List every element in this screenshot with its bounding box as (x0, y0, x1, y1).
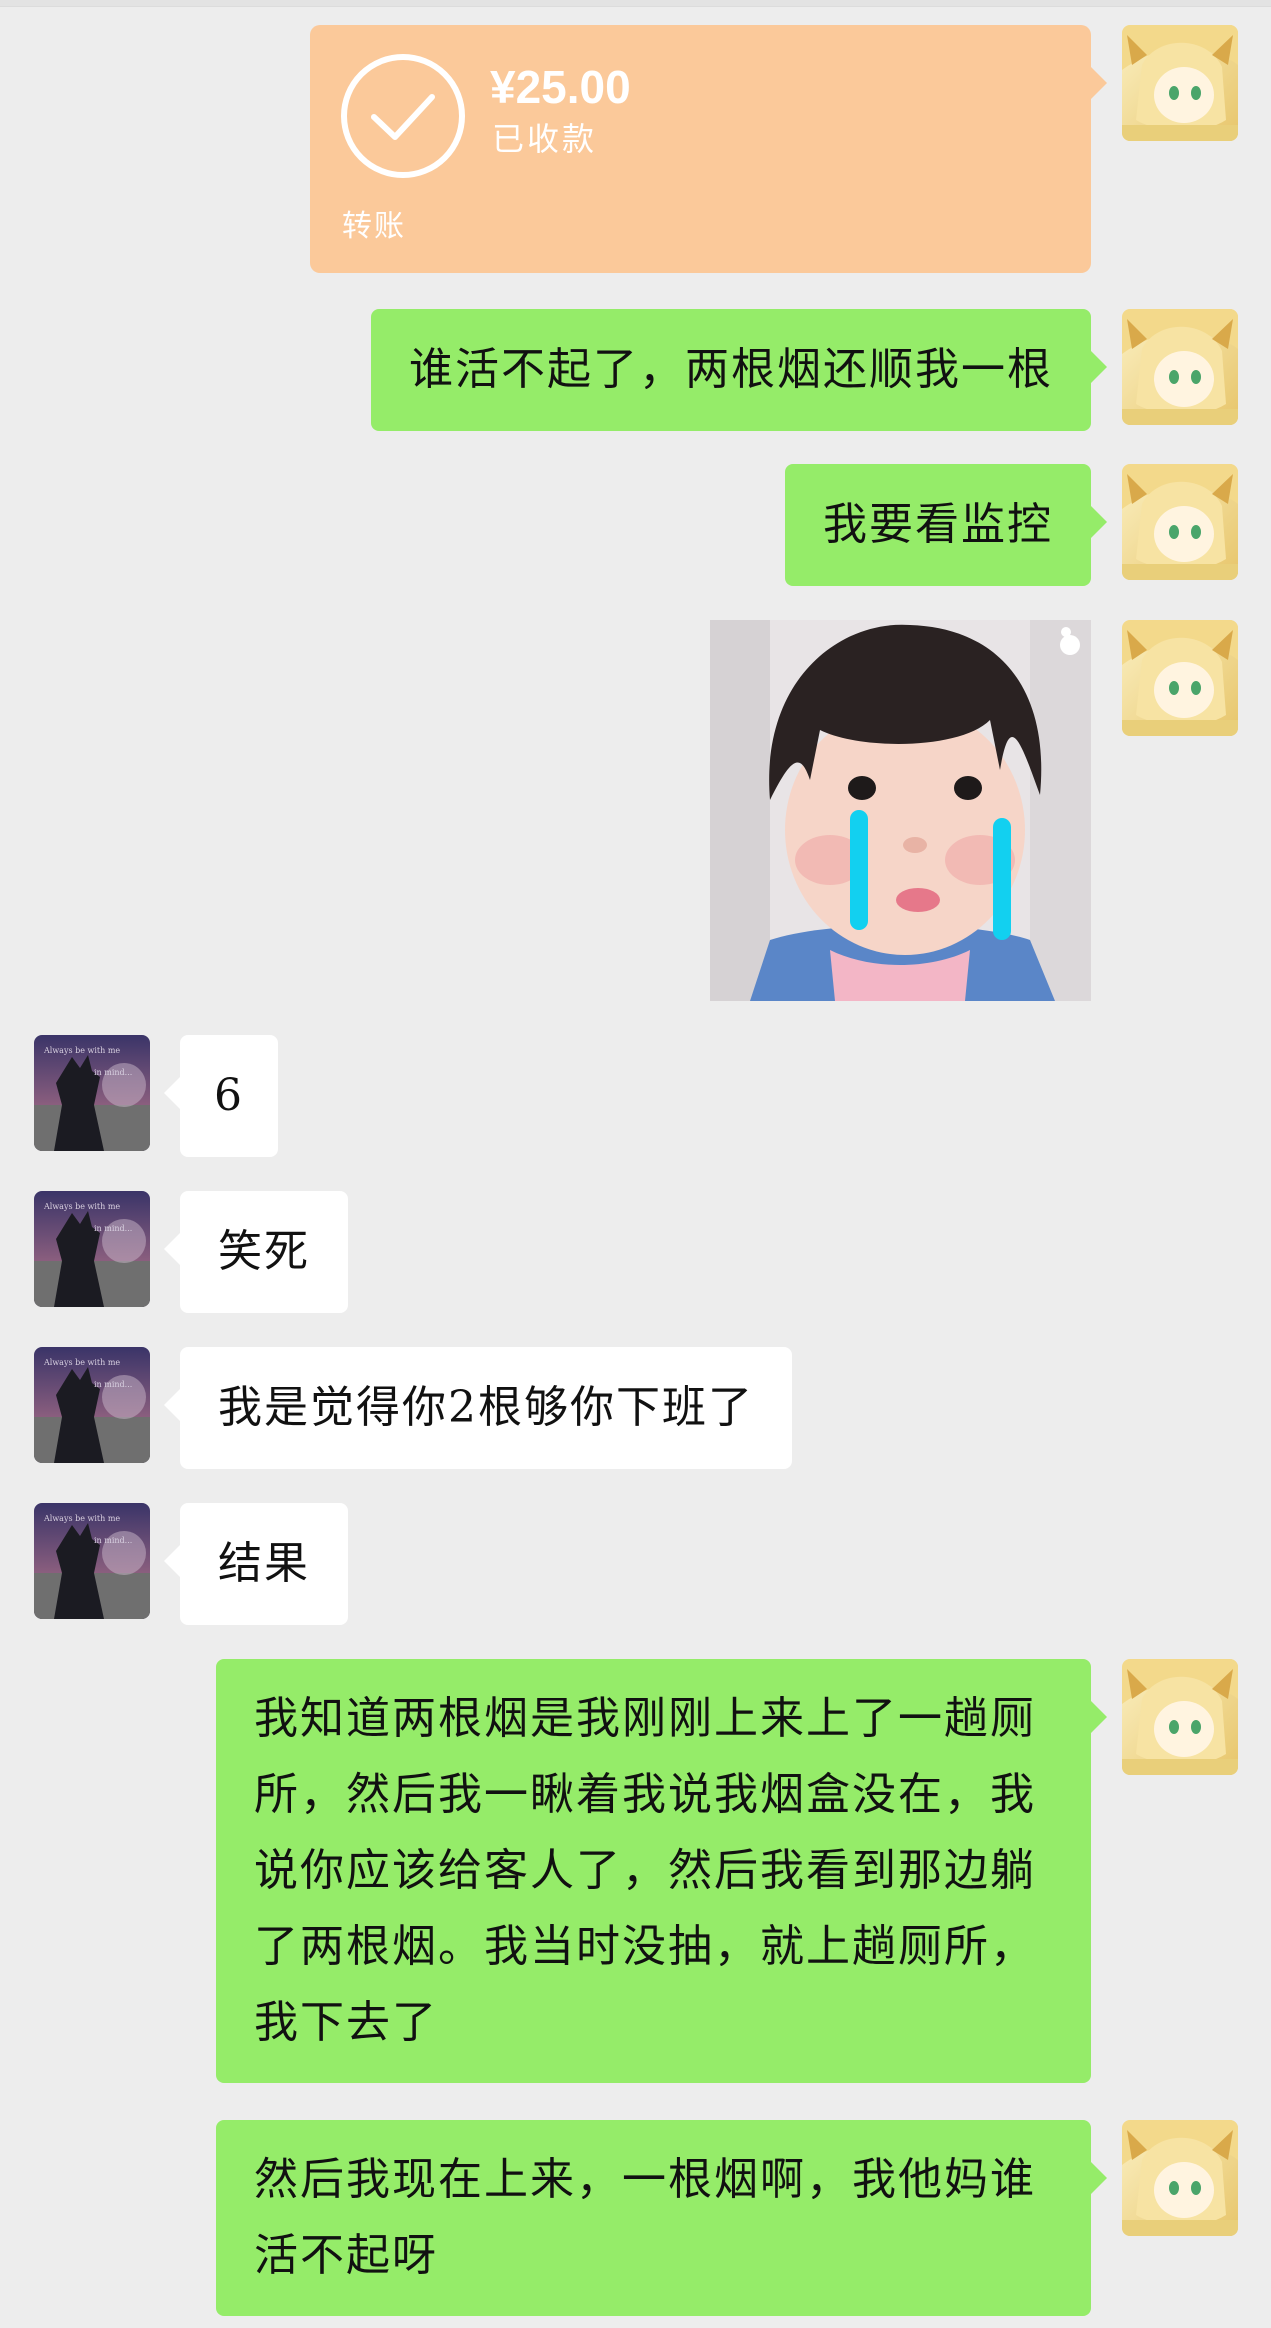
message-bubble-outgoing[interactable]: 谁活不起了，两根烟还顺我一根 (371, 309, 1107, 431)
crying-girl-sticker[interactable] (710, 620, 1091, 1001)
transfer-label: 转账 (342, 209, 406, 244)
message-bubble-incoming[interactable]: 我是觉得你2根够你下班了 (164, 1347, 792, 1469)
message-bubble-incoming[interactable]: 6 (164, 1035, 278, 1157)
transfer-amount: ¥25.00 (490, 61, 631, 113)
message-line: 我知道两根烟是我刚刚上来上了一趟厕 (254, 1693, 1036, 1744)
message-line: 说你应该给客人了，然后我看到那边躺 (254, 1845, 1036, 1896)
top-divider (0, 0, 1271, 7)
transfer-status: 已收款 (492, 120, 598, 158)
check-circle-icon (341, 54, 465, 178)
message-line: 然后我现在上来，一根烟啊，我他妈谁 (254, 2154, 1036, 2205)
avatar-other[interactable] (34, 1191, 150, 1307)
avatar-other[interactable] (34, 1347, 150, 1463)
avatar-self[interactable] (1122, 1659, 1238, 1775)
avatar-self[interactable] (1122, 2120, 1238, 2236)
transfer-card[interactable]: ¥25.00 已收款 转账 (310, 25, 1107, 273)
message-line: 活不起呀 (254, 2230, 438, 2281)
message-bubble-outgoing[interactable]: 我要看监控 (785, 464, 1107, 586)
message-bubble-incoming[interactable]: 笑死 (164, 1191, 348, 1313)
avatar-other[interactable] (34, 1035, 150, 1151)
message-bubble-outgoing[interactable]: 然后我现在上来，一根烟啊，我他妈谁 活不起呀 (216, 2120, 1107, 2316)
message-bubble-incoming[interactable]: 结果 (164, 1503, 348, 1625)
avatar-other[interactable] (34, 1503, 150, 1619)
avatar-self[interactable] (1122, 464, 1238, 580)
message-line: 了两根烟。我当时没抽，就上趟厕所， (254, 1921, 1036, 1972)
message-line: 我下去了 (254, 1997, 438, 2048)
message-bubble-outgoing[interactable]: 我知道两根烟是我刚刚上来上了一趟厕 所，然后我一瞅着我说我烟盒没在，我 说你应该… (216, 1659, 1107, 2083)
message-line: 所，然后我一瞅着我说我烟盒没在，我 (254, 1769, 1036, 1820)
avatar-self[interactable] (1122, 25, 1238, 141)
avatar-self[interactable] (1122, 620, 1238, 736)
avatar-self[interactable] (1122, 309, 1238, 425)
